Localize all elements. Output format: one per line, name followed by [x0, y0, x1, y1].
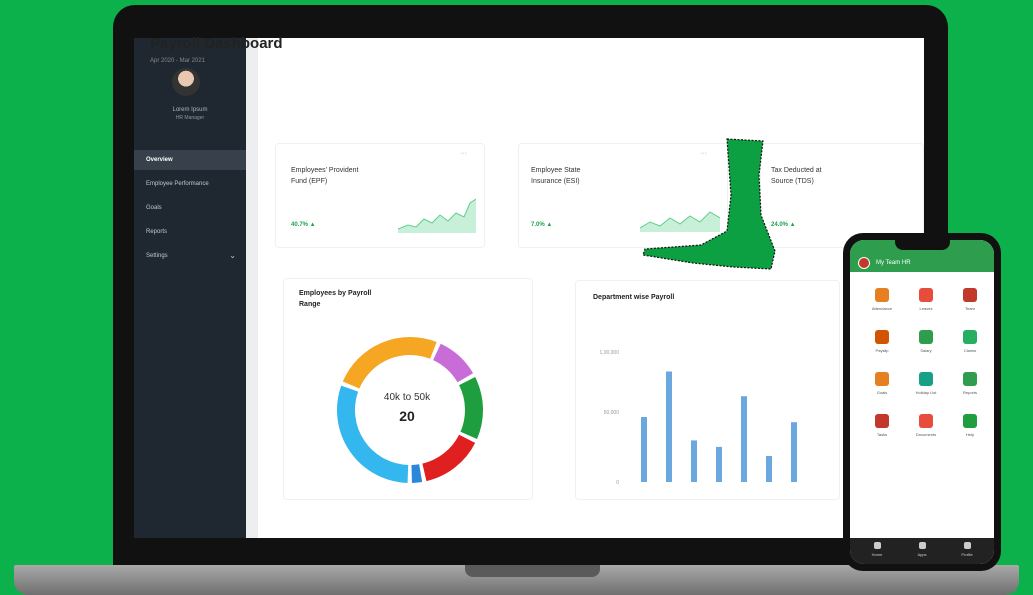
app-icon — [919, 414, 933, 428]
app-grid-item[interactable]: Claims — [950, 328, 990, 368]
chevron-down-icon: ⌄ — [229, 251, 236, 260]
chart-title: Department wise Payroll — [593, 294, 675, 301]
app-grid-item[interactable]: Payslip — [862, 328, 902, 368]
phone-notch — [895, 240, 950, 250]
app-label: Claims — [963, 348, 977, 353]
app-icon — [963, 372, 977, 386]
profile-name: Lorem Ipsum — [172, 107, 208, 113]
bar[interactable] — [691, 440, 697, 482]
card-badge: 40.7% ▲ — [291, 222, 316, 228]
sidebar-item-label: Overview — [146, 157, 173, 163]
sidebar-item-label: Settings — [146, 253, 168, 259]
card-title: Employee State Insurance (ESI) — [531, 167, 581, 185]
profile-icon — [963, 542, 971, 549]
donut-segment[interactable] — [458, 377, 483, 439]
app-icon — [875, 288, 889, 302]
donut-segment[interactable] — [432, 343, 474, 383]
y-tick-label: 50,000 — [604, 410, 620, 416]
card-badge: 7.0% ▲ — [531, 222, 553, 228]
app-label: Leaves — [919, 306, 933, 311]
bar[interactable] — [741, 396, 747, 482]
bar[interactable] — [641, 417, 647, 482]
bar[interactable] — [766, 456, 772, 482]
bar[interactable] — [716, 446, 722, 482]
app-label: Documents — [915, 432, 937, 437]
app-icon — [963, 288, 977, 302]
profile-role: HR Manager — [175, 115, 205, 121]
sidebar-item-goals[interactable]: Goals — [134, 198, 246, 218]
donut-center-value: 20 — [399, 408, 415, 424]
phone-bottom-nav: Home Apps Profile — [850, 538, 994, 564]
app-label: Team — [965, 306, 975, 311]
app-label: Payslip — [875, 348, 889, 353]
sidebar-item-overview[interactable]: Overview — [134, 150, 246, 170]
app-icon — [919, 288, 933, 302]
page-title: Payroll Dashboard — [150, 35, 283, 52]
app-grid-item[interactable]: Documents — [906, 412, 946, 452]
card-title: Employees' Provident Fund (EPF) — [291, 167, 359, 185]
donut-segment[interactable] — [411, 464, 423, 483]
avatar[interactable] — [172, 68, 200, 96]
app-grid-item[interactable]: Tasks — [862, 412, 902, 452]
y-tick-label: 0 — [616, 480, 619, 486]
apps-icon — [918, 542, 926, 549]
app-icon — [875, 330, 889, 344]
sidebar-item-reports[interactable]: Reports — [134, 222, 246, 242]
app-label: Holiday List — [915, 390, 937, 395]
sidebar-item-employee-performance[interactable]: Employee Performance — [134, 174, 246, 194]
app-grid-item[interactable]: Reports — [950, 370, 990, 410]
app-label: Goals — [876, 390, 888, 395]
avatar[interactable] — [858, 257, 870, 269]
app-label: Tasks — [876, 432, 888, 437]
app-icon — [919, 372, 933, 386]
app-icon — [919, 330, 933, 344]
laptop-notch — [465, 565, 600, 577]
app-icon — [875, 372, 889, 386]
content-gutter — [246, 38, 258, 538]
app-label: Reports — [962, 390, 977, 395]
bottom-nav-profile[interactable]: Profile — [952, 542, 982, 557]
app-grid-item[interactable]: Leaves — [906, 286, 946, 326]
sidebar-item-label: Employee Performance — [146, 181, 209, 187]
phone-app-title: My Team HR — [876, 260, 911, 266]
app-grid-item[interactable]: Salary — [906, 328, 946, 368]
app-label: Help — [965, 432, 975, 437]
app-grid-item[interactable]: Attendance — [862, 286, 902, 326]
more-icon[interactable]: ··· — [460, 150, 467, 157]
home-icon — [873, 542, 881, 549]
pointer-graphic — [642, 138, 776, 270]
bar-chart: 1,00,000 50,000 0 — [600, 350, 797, 486]
chart-title: Employees by Payroll Range — [299, 290, 372, 308]
bottom-nav-home[interactable]: Home — [862, 542, 892, 557]
sidebar-item-settings[interactable]: Settings ⌄ — [134, 246, 246, 266]
donut-center-label: 40k to 50k — [383, 392, 431, 403]
bottom-nav-apps[interactable]: Apps — [907, 542, 937, 557]
app-grid-item[interactable]: Help — [950, 412, 990, 452]
app-icon — [875, 414, 889, 428]
app-icon — [963, 330, 977, 344]
sidebar-item-label: Reports — [146, 229, 168, 235]
y-tick-label: 1,00,000 — [600, 350, 620, 356]
donut-segment[interactable] — [422, 434, 476, 482]
sidebar: Lorem Ipsum HR Manager Overview Employee… — [134, 38, 246, 538]
app-label: Salary — [920, 348, 932, 353]
app-grid-item[interactable]: Holiday List — [906, 370, 946, 410]
donut-segment[interactable] — [342, 337, 437, 389]
sidebar-item-label: Goals — [146, 205, 162, 211]
sparkline-epf — [398, 198, 476, 233]
app-icon — [963, 414, 977, 428]
phone-screen: My Team HR Attendance Leaves Team Payslip Sa… — [850, 240, 994, 564]
bar[interactable] — [791, 422, 797, 482]
app-grid-item[interactable]: Team — [950, 286, 990, 326]
page-subtitle: Apr 2020 - Mar 2021 — [150, 58, 206, 64]
bar[interactable] — [666, 371, 672, 483]
app-grid-item[interactable]: Goals — [862, 370, 902, 410]
app-label: Attendance — [871, 306, 893, 311]
